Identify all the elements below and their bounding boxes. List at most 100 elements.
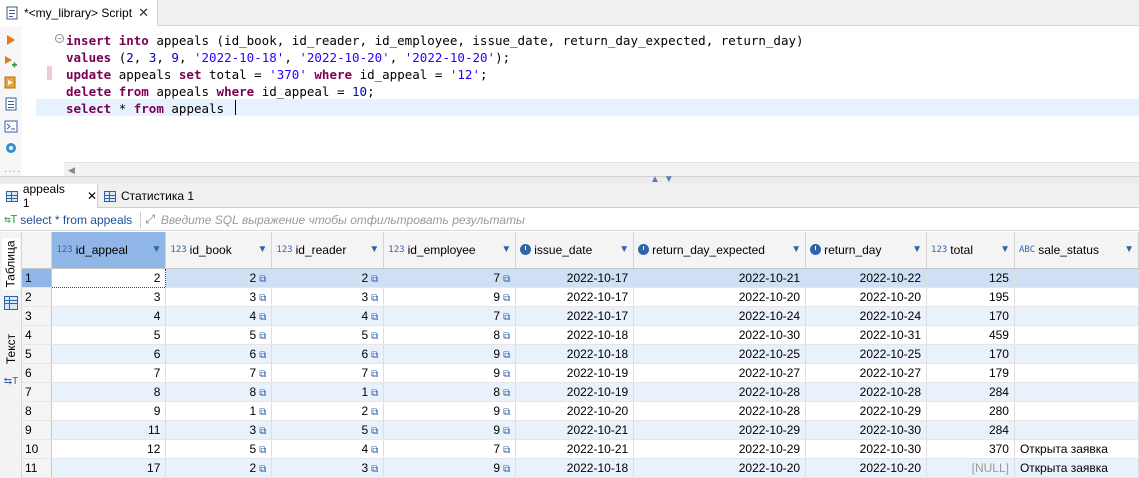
foreign-key-link-icon[interactable]: ⧉ bbox=[371, 426, 378, 437]
column-header-issue-date[interactable]: issue_date ▼ bbox=[515, 232, 635, 269]
code-line[interactable]: insert into appeals (id_book, id_reader,… bbox=[66, 32, 804, 49]
foreign-key-link-icon[interactable]: ⧉ bbox=[503, 407, 510, 418]
cell-return-day-expected[interactable]: 2022-10-20 bbox=[633, 287, 807, 307]
foreign-key-link-icon[interactable]: ⧉ bbox=[259, 293, 266, 304]
cell-id-appeal[interactable]: 6 bbox=[51, 344, 167, 364]
foreign-key-link-icon[interactable]: ⧉ bbox=[503, 369, 510, 380]
cell-total[interactable]: 459 bbox=[926, 325, 1015, 345]
cell-id-appeal[interactable]: 2 bbox=[51, 267, 167, 288]
cell-id-appeal[interactable]: 5 bbox=[51, 325, 167, 345]
row-number[interactable]: 1 bbox=[22, 268, 53, 288]
code-line[interactable]: update appeals set total = '370' where i… bbox=[66, 66, 804, 83]
close-icon[interactable]: ✕ bbox=[138, 5, 149, 21]
sort-filter-icon[interactable]: ▼ bbox=[257, 244, 267, 255]
cell-id-employee[interactable]: 8 ⧉ bbox=[383, 382, 517, 402]
foreign-key-link-icon[interactable]: ⧉ bbox=[259, 274, 266, 285]
cell-id-reader[interactable]: 5 ⧉ bbox=[271, 325, 385, 345]
cell-id-employee[interactable]: 8 ⧉ bbox=[383, 325, 517, 345]
settings-button[interactable] bbox=[3, 140, 19, 156]
cell-id-reader[interactable]: 4 ⧉ bbox=[271, 306, 385, 326]
row-number[interactable]: 3 bbox=[22, 306, 53, 326]
cell-return-day[interactable]: 2022-10-29 bbox=[805, 401, 928, 421]
foreign-key-link-icon[interactable]: ⧉ bbox=[259, 312, 266, 323]
column-header-return-day-expected[interactable]: return_day_expected ▼ bbox=[633, 232, 807, 269]
cell-id-employee[interactable]: 9 ⧉ bbox=[383, 344, 517, 364]
console-button[interactable] bbox=[3, 118, 19, 134]
cell-issue-date[interactable]: 2022-10-19 bbox=[515, 363, 635, 383]
execute-script-button[interactable] bbox=[3, 74, 19, 90]
execute-statement-button[interactable] bbox=[3, 32, 19, 48]
cell-id-employee[interactable]: 9 ⧉ bbox=[383, 363, 517, 383]
sort-filter-icon[interactable]: ▼ bbox=[369, 244, 379, 255]
execute-new-tab-button[interactable] bbox=[3, 54, 19, 70]
cell-id-employee[interactable]: 7 ⧉ bbox=[383, 268, 517, 288]
cell-return-day-expected[interactable]: 2022-10-25 bbox=[633, 344, 807, 364]
cell-issue-date[interactable]: 2022-10-17 bbox=[515, 287, 635, 307]
cell-return-day[interactable]: 2022-10-30 bbox=[805, 420, 928, 440]
cell-id-reader[interactable]: 2 ⧉ bbox=[271, 268, 385, 288]
cell-sale-status[interactable] bbox=[1014, 420, 1139, 440]
table-row[interactable]: 9 11 3 ⧉ 5 ⧉ 9 ⧉ 2022-10-21 2022-10-29 2022-10-30 2… bbox=[22, 420, 1139, 440]
cell-sale-status[interactable] bbox=[1014, 306, 1139, 326]
foreign-key-link-icon[interactable]: ⧉ bbox=[259, 388, 266, 399]
cell-issue-date[interactable]: 2022-10-17 bbox=[515, 268, 635, 288]
cell-return-day-expected[interactable]: 2022-10-27 bbox=[633, 363, 807, 383]
cell-id-appeal[interactable]: 9 bbox=[51, 401, 167, 421]
foreign-key-link-icon[interactable]: ⧉ bbox=[371, 312, 378, 323]
cell-id-reader[interactable]: 5 ⧉ bbox=[271, 420, 385, 440]
cell-sale-status[interactable] bbox=[1014, 382, 1139, 402]
cell-issue-date[interactable]: 2022-10-18 bbox=[515, 344, 635, 364]
cell-total[interactable]: 179 bbox=[926, 363, 1015, 383]
cell-return-day-expected[interactable]: 2022-10-28 bbox=[633, 382, 807, 402]
cell-id-appeal[interactable]: 12 bbox=[51, 439, 167, 459]
row-number-header[interactable] bbox=[22, 232, 53, 269]
cell-id-reader[interactable]: 2 ⧉ bbox=[271, 401, 385, 421]
row-number[interactable]: 6 bbox=[22, 363, 53, 383]
cell-issue-date[interactable]: 2022-10-21 bbox=[515, 420, 635, 440]
column-header-id-employee[interactable]: 123 id_employee ▼ bbox=[383, 232, 517, 269]
foreign-key-link-icon[interactable]: ⧉ bbox=[371, 464, 378, 475]
foreign-key-link-icon[interactable]: ⧉ bbox=[371, 293, 378, 304]
cell-return-day-expected[interactable]: 2022-10-28 bbox=[633, 401, 807, 421]
cell-sale-status[interactable] bbox=[1014, 287, 1139, 307]
row-number[interactable]: 4 bbox=[22, 325, 53, 345]
cell-id-book[interactable]: 1 ⧉ bbox=[165, 401, 273, 421]
cell-id-reader[interactable]: 1 ⧉ bbox=[271, 382, 385, 402]
fold-icon[interactable]: − bbox=[55, 34, 64, 43]
sort-filter-icon[interactable]: ▼ bbox=[152, 244, 162, 255]
cell-id-reader[interactable]: 3 ⧉ bbox=[271, 458, 385, 478]
cell-id-employee[interactable]: 9 ⧉ bbox=[383, 458, 517, 478]
cell-id-appeal[interactable]: 3 bbox=[51, 287, 167, 307]
cell-id-book[interactable]: 2 ⧉ bbox=[165, 458, 273, 478]
cell-total[interactable]: 284 bbox=[926, 382, 1015, 402]
row-number[interactable]: 11 bbox=[22, 458, 53, 478]
foreign-key-link-icon[interactable]: ⧉ bbox=[503, 331, 510, 342]
cell-id-employee[interactable]: 7 ⧉ bbox=[383, 306, 517, 326]
sql-code[interactable]: insert into appeals (id_book, id_reader,… bbox=[66, 32, 804, 117]
expand-icon[interactable]: ⤢ bbox=[145, 212, 155, 227]
cell-total[interactable]: 284 bbox=[926, 420, 1015, 440]
table-row[interactable]: 11 17 2 ⧉ 3 ⧉ 9 ⧉ 2022-10-18 2022-10-20 2022-10-20… bbox=[22, 458, 1139, 478]
table-row[interactable]: 10 12 5 ⧉ 4 ⧉ 7 ⧉ 2022-10-21 2022-10-29 2022-10-30… bbox=[22, 439, 1139, 459]
cell-issue-date[interactable]: 2022-10-20 bbox=[515, 401, 635, 421]
code-line[interactable]: delete from appeals where id_appeal = 10… bbox=[66, 83, 804, 100]
cell-return-day[interactable]: 2022-10-31 bbox=[805, 325, 928, 345]
cell-id-reader[interactable]: 7 ⧉ bbox=[271, 363, 385, 383]
foreign-key-link-icon[interactable]: ⧉ bbox=[503, 274, 510, 285]
row-number[interactable]: 10 bbox=[22, 439, 53, 459]
cell-sale-status[interactable] bbox=[1014, 268, 1139, 288]
cell-return-day[interactable]: 2022-10-24 bbox=[805, 306, 928, 326]
cell-sale-status[interactable] bbox=[1014, 401, 1139, 421]
foreign-key-link-icon[interactable]: ⧉ bbox=[371, 331, 378, 342]
cell-issue-date[interactable]: 2022-10-17 bbox=[515, 306, 635, 326]
text-view-icon[interactable]: ⇆T bbox=[2, 372, 20, 390]
filter-input[interactable]: ⤢ Введите SQL выражение чтобы отфильтров… bbox=[145, 212, 525, 227]
cell-id-appeal[interactable]: 17 bbox=[51, 458, 167, 478]
cell-id-employee[interactable]: 9 ⧉ bbox=[383, 287, 517, 307]
cell-id-appeal[interactable]: 11 bbox=[51, 420, 167, 440]
cell-id-appeal[interactable]: 4 bbox=[51, 306, 167, 326]
foreign-key-link-icon[interactable]: ⧉ bbox=[503, 464, 510, 475]
foreign-key-link-icon[interactable]: ⧉ bbox=[503, 388, 510, 399]
foreign-key-link-icon[interactable]: ⧉ bbox=[503, 350, 510, 361]
table-row[interactable]: 1 2 2 ⧉ 2 ⧉ 7 ⧉ 2022-10-17 2022-10-21 2022-10-22 12… bbox=[22, 267, 1139, 288]
